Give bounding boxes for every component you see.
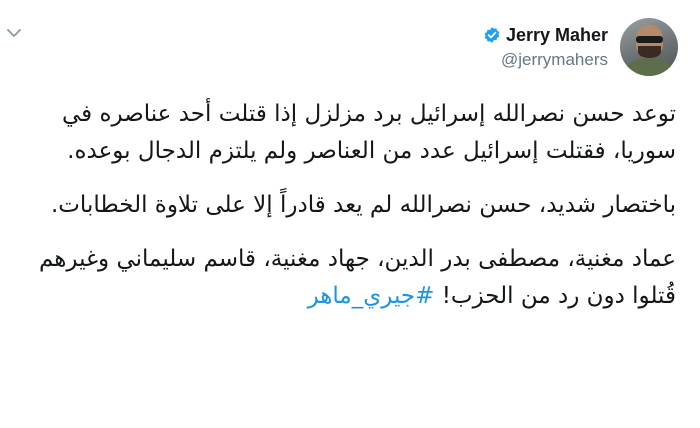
tweet-paragraph: توعد حسن نصرالله إسرائيل برد مزلزل إذا ق… xyxy=(61,101,676,164)
avatar-shirt xyxy=(624,58,674,76)
tweet-paragraph: باختصار شديد، حسن نصرالله لم يعد قادراً … xyxy=(50,192,676,218)
name-row: Jerry Maher xyxy=(483,25,608,46)
avatar-beard xyxy=(638,46,661,58)
author-info: Jerry Maher @jerrymahers xyxy=(483,25,608,70)
avatar[interactable] xyxy=(620,18,678,76)
tweet-header: Jerry Maher @jerrymahers xyxy=(483,18,678,76)
hashtag-link[interactable]: #جيري_ماهر xyxy=(308,283,435,309)
verified-badge-icon xyxy=(483,26,501,44)
author-display-name[interactable]: Jerry Maher xyxy=(506,25,608,46)
tweet-text: توعد حسن نصرالله إسرائيل برد مزلزل إذا ق… xyxy=(28,96,676,332)
author-handle[interactable]: @jerrymahers xyxy=(501,50,608,70)
chevron-down-icon[interactable] xyxy=(6,24,22,37)
tweet-paragraph-last: عماد مغنية، مصطفى بدر الدين، جهاد مغنية،… xyxy=(28,241,676,315)
avatar-sunglasses xyxy=(636,36,663,43)
